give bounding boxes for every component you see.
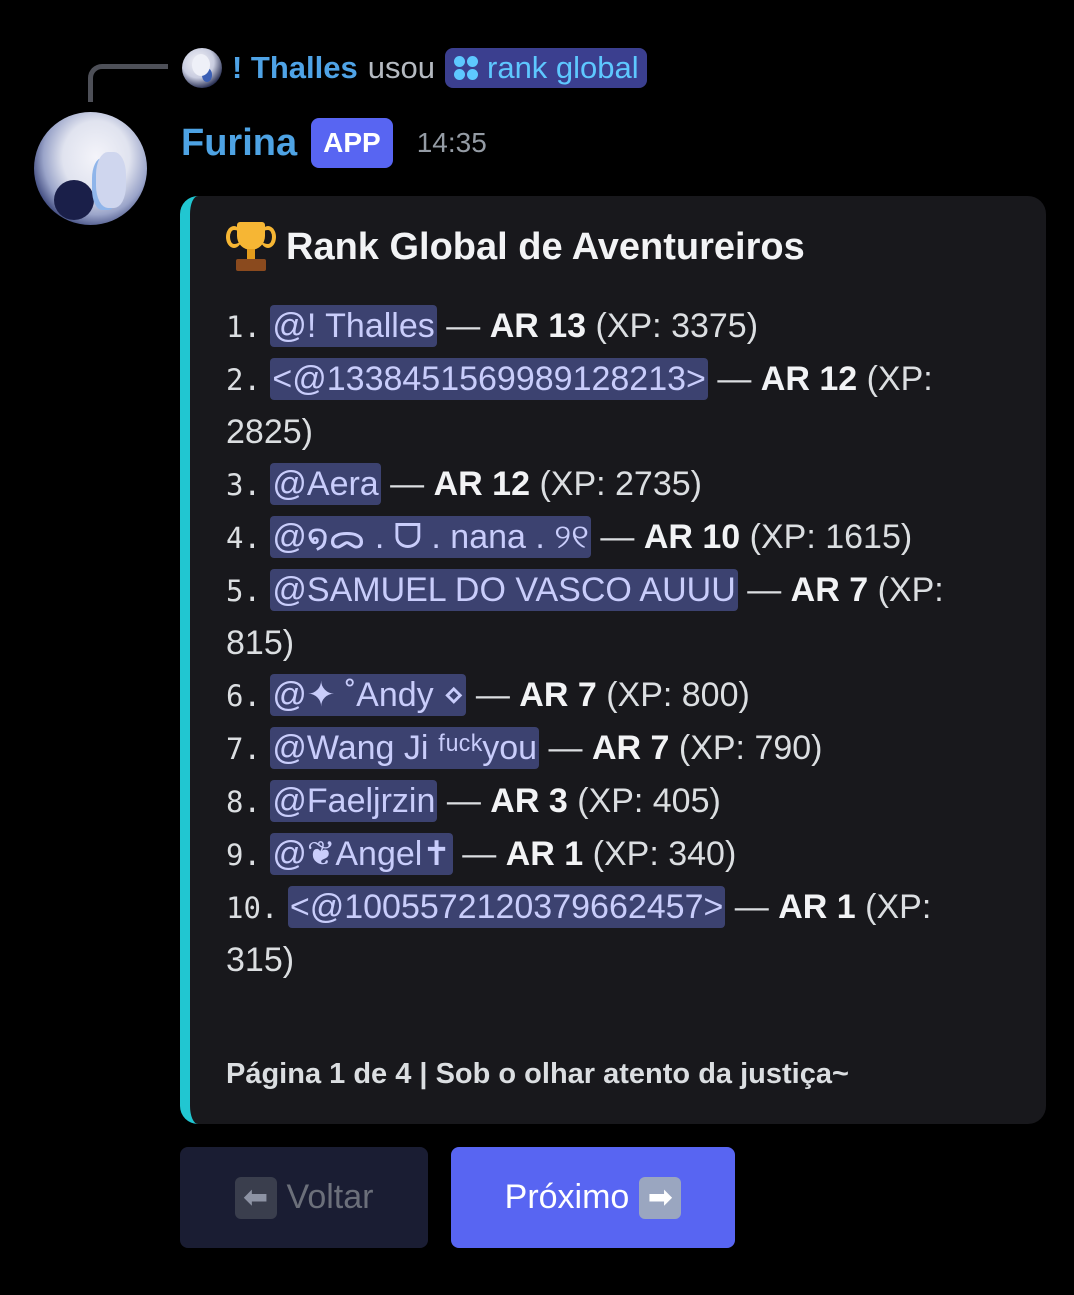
command-reply-header: ! Thalles usou rank global [182, 44, 647, 92]
xp-value: (XP: 340) [583, 835, 737, 873]
bot-avatar[interactable] [34, 112, 147, 225]
slash-command-icon [453, 55, 479, 81]
adventure-rank: AR 12 [760, 360, 858, 398]
adventure-rank: AR 12 [433, 465, 530, 503]
arrow-left-icon: ⬅ [234, 1176, 277, 1219]
adventure-rank: AR 7 [519, 676, 597, 714]
rank-number: 3. [226, 468, 261, 502]
message-timestamp: 14:35 [416, 127, 487, 158]
rank-number: 10. [226, 891, 279, 925]
adventure-rank: AR 7 [790, 571, 869, 609]
back-button[interactable]: ⬅ Voltar [180, 1147, 428, 1248]
rank-number: 4. [226, 521, 261, 555]
separator: — [380, 465, 434, 503]
separator: — [707, 360, 761, 398]
list-item: 10. <@1005572120379662457> — AR 1 (XP: 3… [226, 881, 996, 986]
user-mention[interactable]: @Aera [270, 463, 381, 505]
reply-verb: usou [367, 50, 435, 85]
embed-title: Rank Global de Aventureiros [226, 220, 805, 274]
xp-value: (XP: 405) [567, 782, 721, 820]
rank-number: 8. [226, 785, 261, 819]
reply-user-avatar[interactable] [182, 48, 222, 88]
adventure-rank: AR 13 [489, 307, 587, 345]
separator: — [590, 518, 644, 556]
list-item: 9. @❦Angel✝ — AR 1 (XP: 340) [226, 828, 996, 881]
user-mention[interactable]: @✦ ˚Andy ⋄ [270, 674, 467, 716]
separator: — [725, 888, 779, 926]
separator: — [737, 571, 791, 609]
rank-number: 1. [226, 310, 261, 344]
embed-footer: Página 1 de 4 | Sob o olhar atento da ju… [226, 1058, 849, 1090]
app-badge: APP [311, 118, 393, 168]
rank-number: 5. [226, 574, 261, 608]
embed-title-text: Rank Global de Aventureiros [286, 225, 805, 268]
message-header: Furina APP 14:35 [181, 112, 487, 174]
separator: — [539, 729, 592, 767]
separator: — [436, 307, 490, 345]
list-item: 2. <@1338451569989128213> — AR 12 (XP: 2… [226, 353, 996, 458]
list-item: 8. @Faeljrzin — AR 3 (XP: 405) [226, 775, 996, 828]
list-item: 1. @! Thalles — AR 13 (XP: 3375) [226, 300, 996, 353]
back-button-label: Voltar [286, 1178, 374, 1216]
xp-value: (XP: 1615) [740, 518, 913, 556]
rank-list: 1. @! Thalles — AR 13 (XP: 3375) 2. <@13… [226, 300, 996, 986]
user-mention[interactable]: <@1005572120379662457> [287, 886, 726, 928]
xp-value: (XP: 790) [669, 729, 823, 767]
user-mention[interactable]: @Wang Ji ᶠᵘᶜᵏyou [270, 727, 540, 769]
user-mention[interactable]: @! Thalles [270, 305, 437, 347]
reply-username[interactable]: ! Thalles [232, 50, 358, 86]
separator: — [452, 835, 506, 873]
xp-value: (XP: 3375) [586, 307, 759, 345]
list-item: 4. @໑ᯅ . ᗜ . nana . ୨୧ — AR 10 (XP: 1615… [226, 511, 996, 564]
xp-value: (XP: 800) [596, 676, 750, 714]
adventure-rank: AR 7 [591, 729, 670, 767]
user-mention[interactable]: @໑ᯅ . ᗜ . nana . ୨୧ [270, 516, 591, 558]
adventure-rank: AR 1 [778, 888, 856, 926]
arrow-right-icon: ➡ [639, 1176, 682, 1219]
separator: — [437, 782, 491, 820]
adventure-rank: AR 3 [490, 782, 568, 820]
separator: — [466, 676, 520, 714]
rank-number: 2. [226, 363, 261, 397]
rank-number: 7. [226, 732, 261, 766]
rank-embed: Rank Global de Aventureiros 1. @! Thalle… [180, 196, 1046, 1124]
user-mention[interactable]: <@1338451569989128213> [270, 358, 708, 400]
next-button[interactable]: Próximo ➡ [451, 1147, 735, 1248]
rank-number: 9. [226, 838, 261, 872]
xp-value: (XP: 2735) [530, 465, 702, 503]
list-item: 3. @Aera — AR 12 (XP: 2735) [226, 458, 996, 511]
user-mention[interactable]: @❦Angel✝ [270, 833, 453, 875]
user-mention[interactable]: @SAMUEL DO VASCO AUUU [270, 569, 738, 611]
adventure-rank: AR 10 [643, 518, 741, 556]
list-item: 6. @✦ ˚Andy ⋄ — AR 7 (XP: 800) [226, 669, 996, 722]
list-item: 7. @Wang Ji ᶠᵘᶜᵏyou — AR 7 (XP: 790) [226, 722, 996, 775]
reply-connector-line [88, 64, 168, 102]
adventure-rank: AR 1 [505, 835, 584, 873]
user-mention[interactable]: @Faeljrzin [270, 780, 438, 822]
command-name: rank global [487, 50, 639, 85]
next-button-label: Próximo [504, 1178, 630, 1216]
command-pill[interactable]: rank global [445, 48, 647, 88]
author-name[interactable]: Furina [181, 122, 297, 165]
list-item: 5. @SAMUEL DO VASCO AUUU — AR 7 (XP: 815… [226, 564, 996, 669]
rank-number: 6. [226, 679, 261, 713]
trophy-icon [226, 220, 276, 274]
